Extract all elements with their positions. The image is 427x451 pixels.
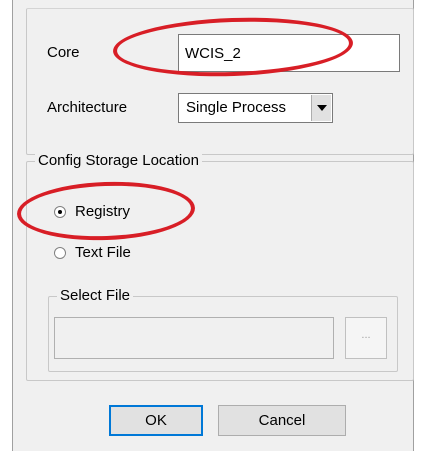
- cancel-button[interactable]: Cancel: [218, 405, 346, 436]
- core-label: Core: [47, 44, 80, 61]
- file-path-input: [54, 317, 334, 359]
- radio-text-file[interactable]: Text File: [54, 244, 131, 261]
- core-group: [26, 8, 414, 155]
- architecture-select[interactable]: Single Process: [178, 93, 333, 123]
- ok-button[interactable]: OK: [109, 405, 203, 436]
- select-file-legend: Select File: [57, 287, 134, 304]
- config-storage-legend: Config Storage Location: [35, 152, 202, 169]
- radio-unchecked-icon[interactable]: [54, 246, 66, 259]
- architecture-selected-value: Single Process: [186, 99, 287, 116]
- browse-button: ...: [345, 317, 387, 359]
- radio-registry[interactable]: Registry: [54, 203, 130, 220]
- dropdown-button[interactable]: [311, 95, 331, 121]
- radio-text-file-label: Text File: [75, 244, 131, 261]
- core-input[interactable]: [178, 34, 400, 72]
- radio-registry-label: Registry: [75, 203, 131, 220]
- architecture-label: Architecture: [47, 99, 128, 116]
- radio-checked-icon[interactable]: [54, 205, 66, 218]
- chevron-down-icon: [316, 105, 327, 111]
